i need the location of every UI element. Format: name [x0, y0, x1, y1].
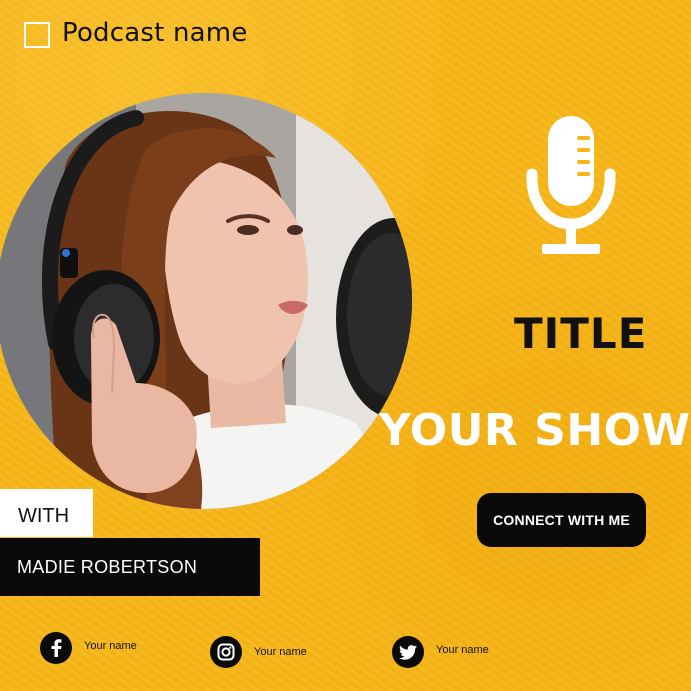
social-facebook[interactable]: Your name: [40, 632, 137, 664]
microphone-icon: [526, 116, 616, 254]
facebook-icon: [40, 632, 72, 664]
connect-button[interactable]: CONNECT WITH ME: [477, 493, 646, 547]
social-label: Your name: [84, 640, 137, 652]
host-photo: [0, 93, 412, 509]
instagram-icon: [210, 636, 242, 668]
show-title: TITLE: [514, 309, 648, 358]
social-instagram[interactable]: Your name: [210, 636, 307, 668]
twitter-icon: [392, 636, 424, 668]
show-subtitle: YOUR SHOW: [379, 405, 691, 456]
podcast-name: Podcast name: [62, 18, 248, 48]
logo-placeholder-square: [24, 22, 50, 48]
social-twitter[interactable]: Your name: [392, 636, 489, 668]
with-label: WITH: [18, 505, 70, 527]
social-label: Your name: [254, 646, 307, 658]
social-label: Your name: [436, 644, 489, 656]
host-name: MADIE ROBERTSON: [17, 557, 198, 577]
podcast-cover: Podcast name TITLE YOUR SHOW CONNECT WIT…: [0, 0, 691, 691]
